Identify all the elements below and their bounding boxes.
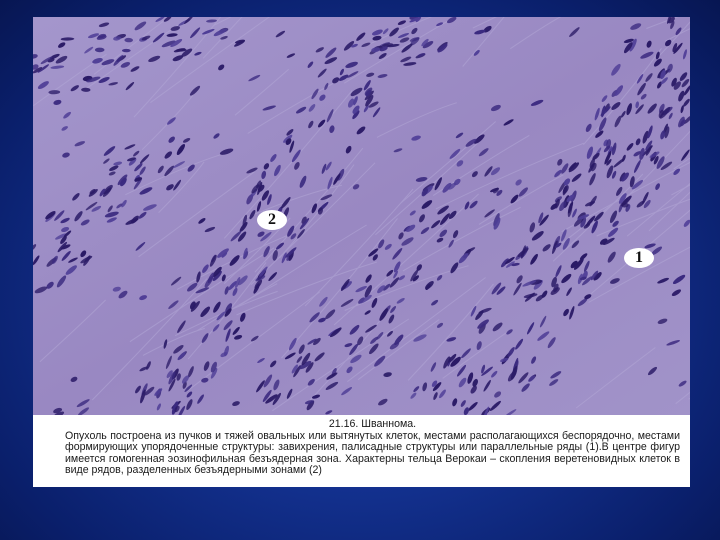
figure-caption: 21.16. Шваннома. Опухоль построена из пу… [33, 416, 690, 487]
marker-label-2: 2 [257, 210, 287, 230]
micrograph-image: 2 1 [33, 17, 690, 415]
caption-title: 21.16. Шваннома. [328, 418, 417, 430]
cell-nucleus [122, 48, 131, 53]
figure-panel: 2 1 21.16. Шваннома. Опухоль построена и… [33, 17, 690, 487]
cell-nucleus [94, 47, 105, 53]
caption-body: Опухоль построена из пучков и тяжей овал… [65, 429, 680, 477]
marker-label-1: 1 [624, 248, 654, 268]
slide: 2 1 21.16. Шваннома. Опухоль построена и… [0, 0, 720, 540]
tissue-drawing [33, 17, 690, 415]
